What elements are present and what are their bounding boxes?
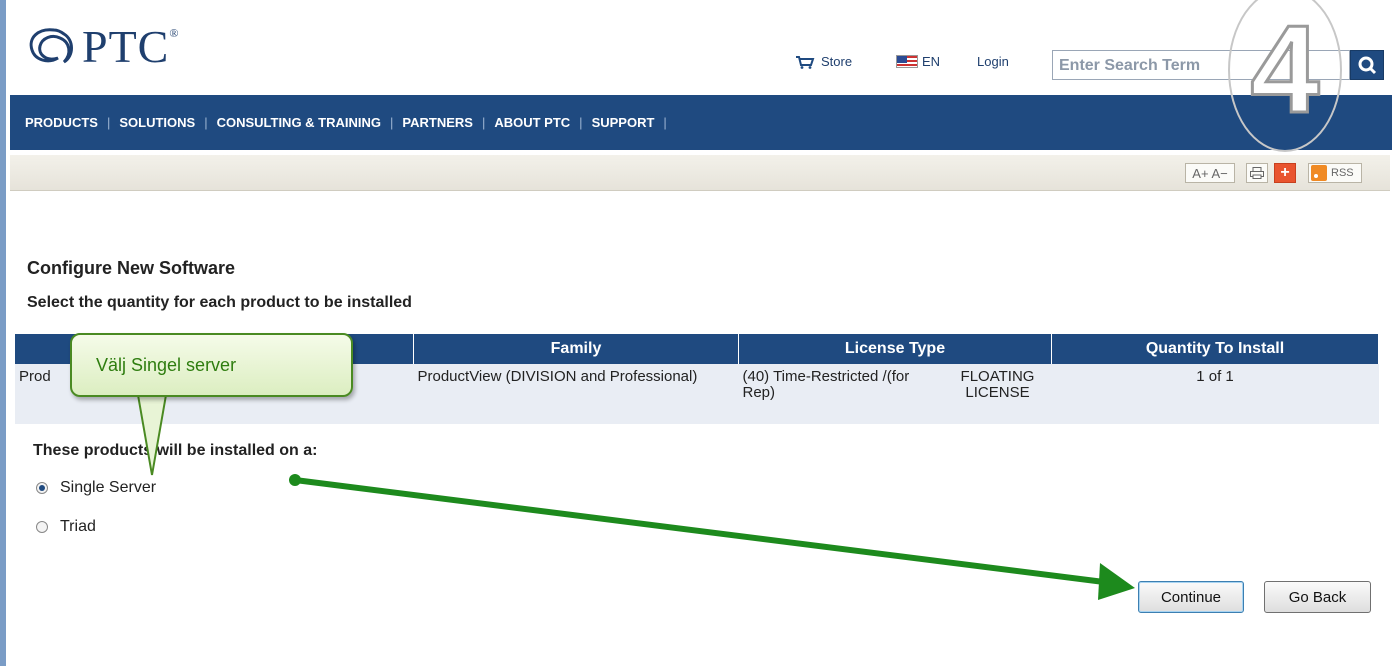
cart-icon (796, 55, 815, 69)
print-button[interactable] (1246, 163, 1268, 183)
logo-text: PTC® (82, 21, 180, 72)
ptc-swirl-icon (29, 27, 73, 63)
share-button[interactable]: + (1274, 163, 1296, 183)
option-single-server[interactable]: Single Server (36, 479, 156, 497)
rss-button[interactable]: RSS (1308, 163, 1362, 183)
font-size-button[interactable]: A+ A− (1185, 163, 1235, 183)
nav-item-support[interactable]: SUPPORT | (592, 115, 676, 130)
option-triad[interactable]: Triad (36, 518, 96, 536)
cell-license-type: (40) Time-Restricted /(for Rep) FLOATING… (738, 364, 1052, 424)
language-selector[interactable]: EN (896, 54, 940, 69)
cell-quantity: 1 of 1 (1051, 364, 1379, 424)
main-nav: PRODUCTS | SOLUTIONS | CONSULTING & TRAINI… (10, 95, 1392, 150)
arrow-start-dot (289, 474, 301, 486)
login-link[interactable]: Login (977, 54, 1009, 69)
ptc-logo[interactable]: PTC® (24, 20, 180, 73)
page-subtitle: Select the quantity for each product to … (27, 294, 412, 311)
language-label: EN (922, 54, 941, 69)
search-icon (1358, 56, 1377, 75)
column-header-family: Family (413, 334, 739, 364)
go-back-button[interactable]: Go Back (1264, 581, 1371, 613)
triad-label[interactable]: Triad (60, 518, 96, 536)
arrow-line (294, 477, 1105, 585)
nav-item-about-ptc[interactable]: ABOUT PTC | (494, 115, 591, 130)
column-header-license-type: License Type (738, 334, 1052, 364)
nav-item-partners[interactable]: PARTNERS | (402, 115, 494, 130)
nav-item-solutions[interactable]: SOLUTIONS | (119, 115, 216, 130)
nav-item-products[interactable]: PRODUCTS | (25, 115, 119, 130)
single-server-radio[interactable] (36, 482, 48, 494)
single-server-label[interactable]: Single Server (60, 479, 156, 497)
store-link[interactable]: Store (795, 54, 852, 69)
store-label: Store (821, 54, 853, 69)
callout-bubble: Välj Singel server (70, 333, 353, 397)
rss-icon (1311, 165, 1327, 181)
license-kind: FLOATING LICENSE (960, 368, 1035, 401)
nav-item-consulting-training[interactable]: CONSULTING & TRAINING | (217, 115, 403, 130)
rss-label: RSS (1331, 167, 1354, 179)
arrow-head (1098, 563, 1135, 600)
search-button[interactable] (1350, 50, 1384, 80)
cell-family: ProductView (DIVISION and Professional) (413, 364, 739, 424)
column-header-quantity: Quantity To Install (1051, 334, 1379, 364)
page-title: Configure New Software (27, 258, 236, 278)
callout-text: Välj Singel server (96, 355, 237, 375)
us-flag-icon (896, 55, 918, 68)
license-term: (40) Time-Restricted /(for Rep) (742, 368, 910, 401)
left-border (0, 0, 6, 666)
install-question: These products will be installed on a: (33, 442, 318, 459)
triad-radio[interactable] (36, 521, 48, 533)
page-tools-bar: A+ A− + RSS (10, 155, 1390, 191)
continue-button[interactable]: Continue (1138, 581, 1244, 613)
printer-icon (1250, 167, 1264, 179)
